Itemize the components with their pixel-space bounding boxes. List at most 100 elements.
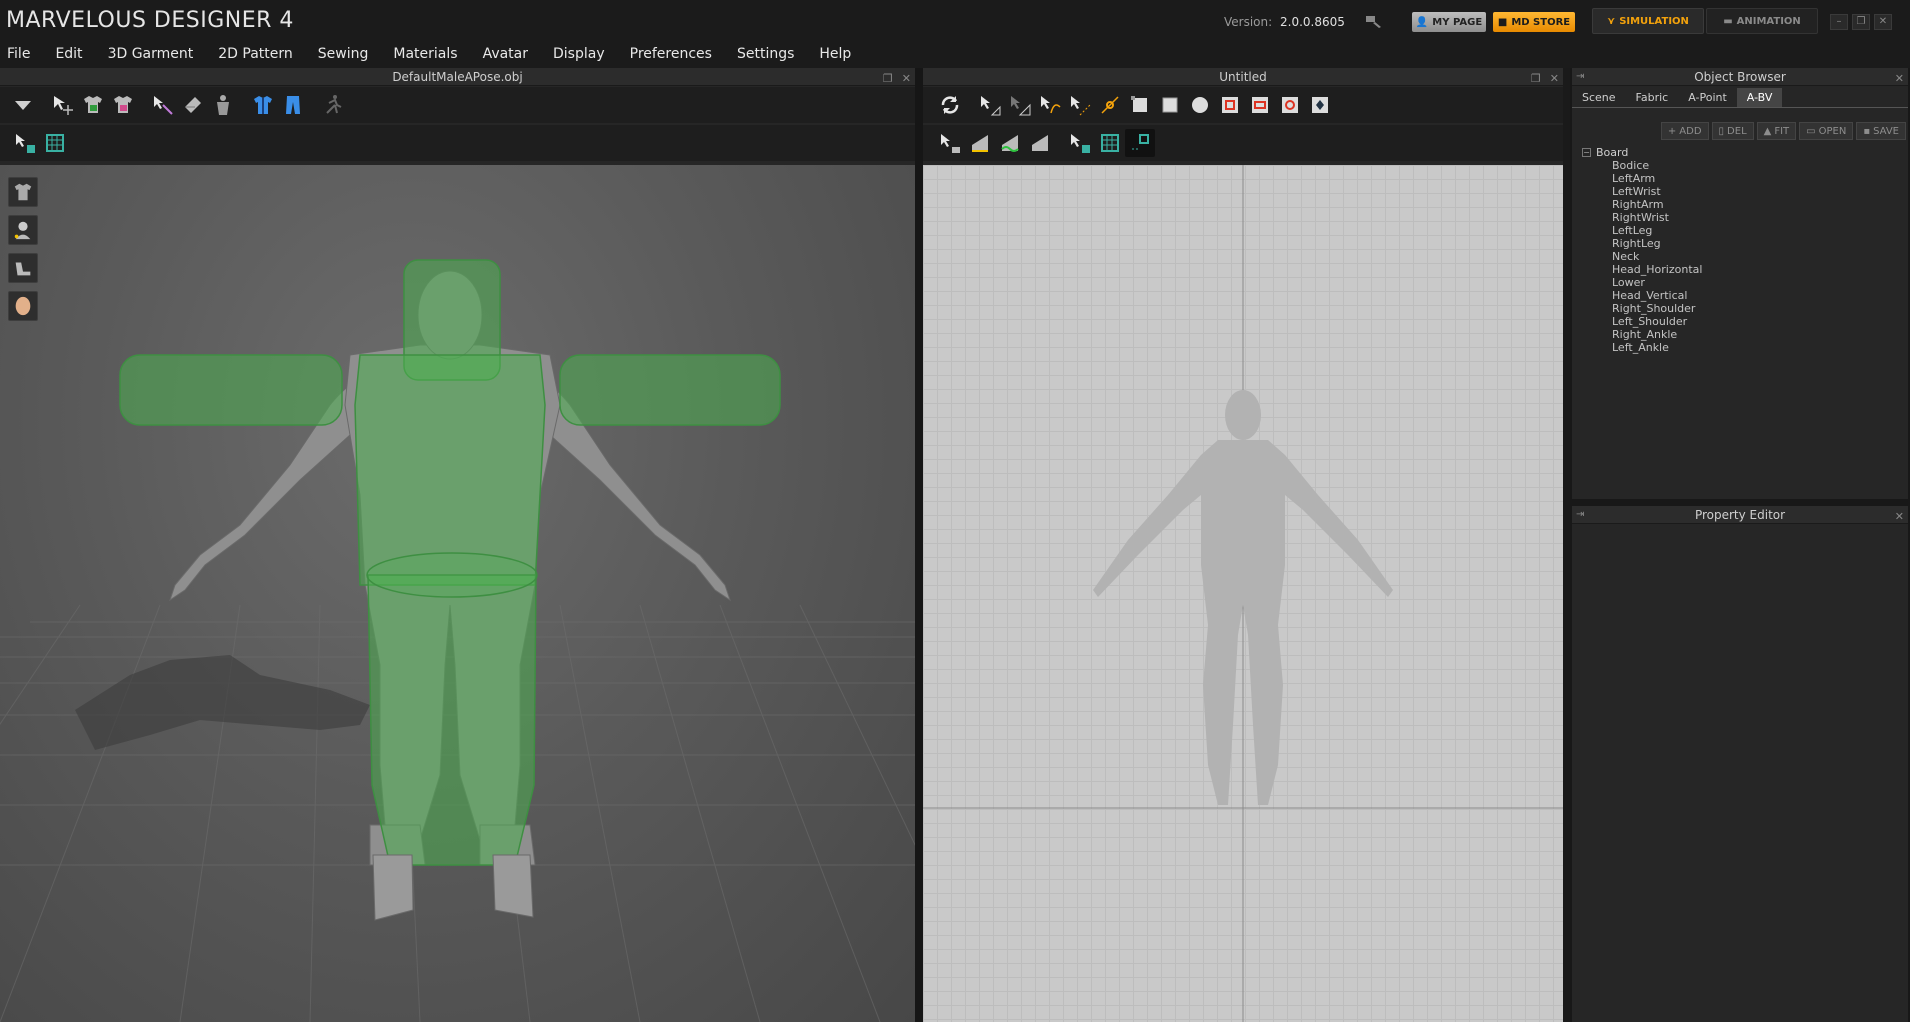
face-icon[interactable] bbox=[8, 291, 38, 321]
pin-icon[interactable]: ⇥ bbox=[1576, 506, 1584, 524]
close-window-icon[interactable]: ✕ bbox=[902, 70, 911, 88]
menu-help[interactable]: Help bbox=[812, 46, 858, 62]
avatar-head-icon[interactable] bbox=[8, 215, 38, 245]
tree-item[interactable]: Bodice bbox=[1582, 159, 1702, 172]
tshirt-icon[interactable] bbox=[8, 177, 38, 207]
transform-pattern-icon[interactable] bbox=[975, 91, 1005, 119]
simulate-down-icon[interactable] bbox=[8, 91, 38, 119]
fit-button[interactable]: ▲ FIT bbox=[1756, 122, 1797, 140]
float-window-icon[interactable]: ❐ bbox=[883, 70, 893, 88]
tools-icon[interactable] bbox=[1364, 12, 1384, 30]
my-page-button[interactable]: 👤 MY PAGE bbox=[1412, 12, 1486, 32]
close-window-icon[interactable]: ✕ bbox=[1550, 70, 1559, 88]
close-panel-icon[interactable]: ✕ bbox=[1895, 70, 1904, 88]
edit-curvature-icon[interactable] bbox=[1035, 91, 1065, 119]
add-button[interactable]: + ADD bbox=[1660, 122, 1709, 140]
tree-item[interactable]: Left_Ankle bbox=[1582, 341, 1702, 354]
tab-scene[interactable]: Scene bbox=[1572, 88, 1626, 107]
menu-avatar[interactable]: Avatar bbox=[476, 46, 535, 62]
select-mesh-icon[interactable] bbox=[1065, 129, 1095, 157]
simulation-tab[interactable]: ⋎ SIMULATION bbox=[1592, 8, 1704, 34]
rectangle-icon[interactable] bbox=[1155, 91, 1185, 119]
3d-viewport[interactable] bbox=[0, 165, 915, 1022]
avatar-side-tools bbox=[8, 177, 38, 321]
mesh-grid-icon[interactable] bbox=[40, 129, 70, 157]
tree-item[interactable]: RightLeg bbox=[1582, 237, 1702, 250]
menu-2d-pattern[interactable]: 2D Pattern bbox=[211, 46, 300, 62]
free-sewing-icon[interactable] bbox=[995, 129, 1025, 157]
tree-item[interactable]: Head_Vertical bbox=[1582, 289, 1702, 302]
close-panel-icon[interactable]: ✕ bbox=[1895, 508, 1904, 526]
tack-icon[interactable] bbox=[1025, 129, 1055, 157]
menu-3d-garment[interactable]: 3D Garment bbox=[101, 46, 201, 62]
open-button[interactable]: ▭ OPEN bbox=[1799, 122, 1854, 140]
minimize-icon[interactable]: – bbox=[1830, 14, 1848, 30]
tree-item[interactable]: LeftArm bbox=[1582, 172, 1702, 185]
pin-icon[interactable]: ⇥ bbox=[1576, 68, 1584, 86]
circle-icon[interactable] bbox=[1185, 91, 1215, 119]
fit-icon: ▲ bbox=[1763, 125, 1772, 137]
collapse-icon[interactable]: − bbox=[1582, 148, 1591, 157]
menu-preferences[interactable]: Preferences bbox=[623, 46, 719, 62]
add-point-icon[interactable] bbox=[1095, 91, 1125, 119]
menu-display[interactable]: Display bbox=[546, 46, 612, 62]
animation-run-icon[interactable] bbox=[318, 91, 348, 119]
shirt-blue-icon[interactable] bbox=[248, 91, 278, 119]
tab-a-bv[interactable]: A-BV bbox=[1736, 88, 1783, 107]
2d-pattern-board[interactable] bbox=[923, 165, 1563, 1022]
tab-fabric[interactable]: Fabric bbox=[1626, 88, 1679, 107]
hanger-icon[interactable] bbox=[8, 253, 38, 283]
dart-icon[interactable] bbox=[1305, 91, 1335, 119]
tree-item[interactable]: LeftLeg bbox=[1582, 224, 1702, 237]
internal-rectangle-icon[interactable] bbox=[1245, 91, 1275, 119]
del-button[interactable]: ▯ DEL bbox=[1711, 122, 1754, 140]
pants-blue-icon[interactable] bbox=[278, 91, 308, 119]
menu-file[interactable]: File bbox=[0, 46, 37, 62]
bv-lower bbox=[367, 574, 537, 866]
tree-item[interactable]: Right_Shoulder bbox=[1582, 302, 1702, 315]
segment-sewing-icon[interactable] bbox=[965, 129, 995, 157]
internal-polygon-icon[interactable] bbox=[1215, 91, 1245, 119]
select-point-icon[interactable] bbox=[148, 91, 178, 119]
restore-icon[interactable]: ❐ bbox=[1852, 14, 1870, 30]
polygon-icon[interactable] bbox=[1125, 91, 1155, 119]
md-store-button[interactable]: ■ MD STORE bbox=[1493, 12, 1575, 32]
panel-divider[interactable] bbox=[915, 68, 923, 1022]
internal-circle-icon[interactable] bbox=[1275, 91, 1305, 119]
save-button[interactable]: ▪ SAVE bbox=[1856, 122, 1906, 140]
refresh-icon[interactable] bbox=[935, 91, 965, 119]
tree-item[interactable]: Neck bbox=[1582, 250, 1702, 263]
menu-materials[interactable]: Materials bbox=[386, 46, 464, 62]
bv-bodice bbox=[354, 354, 546, 586]
avatar-pose-icon[interactable] bbox=[208, 91, 238, 119]
app-title: MARVELOUS DESIGNER 4 bbox=[6, 8, 294, 33]
tree-item[interactable]: Right_Ankle bbox=[1582, 328, 1702, 341]
edit-pattern-icon[interactable] bbox=[1005, 91, 1035, 119]
menu-settings[interactable]: Settings bbox=[730, 46, 801, 62]
garment-green-icon[interactable] bbox=[78, 91, 108, 119]
tree-item[interactable]: RightWrist bbox=[1582, 211, 1702, 224]
fold-icon[interactable] bbox=[178, 91, 208, 119]
tree-item[interactable]: Left_Shoulder bbox=[1582, 315, 1702, 328]
select-mesh-icon[interactable] bbox=[10, 129, 40, 157]
menu-edit[interactable]: Edit bbox=[48, 46, 89, 62]
tree-item[interactable]: RightArm bbox=[1582, 198, 1702, 211]
tree-root[interactable]: − Board bbox=[1582, 146, 1702, 159]
tree-item[interactable]: Head_Horizontal bbox=[1582, 263, 1702, 276]
mesh-grid-icon[interactable] bbox=[1095, 129, 1125, 157]
garment-pink-icon[interactable] bbox=[108, 91, 138, 119]
tree-item[interactable]: LeftWrist bbox=[1582, 185, 1702, 198]
select-move-icon[interactable] bbox=[48, 91, 78, 119]
mesh-points-icon[interactable] bbox=[1125, 129, 1155, 157]
tree-item[interactable]: Lower bbox=[1582, 276, 1702, 289]
animation-tab[interactable]: ▬ ANIMATION bbox=[1706, 8, 1818, 34]
menu-sewing[interactable]: Sewing bbox=[311, 46, 376, 62]
right-dock: ⇥ Object Browser ✕ Scene Fabric A-Point … bbox=[1570, 68, 1910, 1022]
select-sewing-icon[interactable] bbox=[935, 129, 965, 157]
disk-icon: ▪ bbox=[1863, 125, 1871, 137]
float-window-icon[interactable]: ❐ bbox=[1531, 70, 1541, 88]
tab-a-point[interactable]: A-Point bbox=[1678, 88, 1737, 107]
close-icon[interactable]: ✕ bbox=[1874, 14, 1892, 30]
edit-curve-point-icon[interactable] bbox=[1065, 91, 1095, 119]
object-browser-tabs: Scene Fabric A-Point A-BV bbox=[1572, 88, 1908, 108]
